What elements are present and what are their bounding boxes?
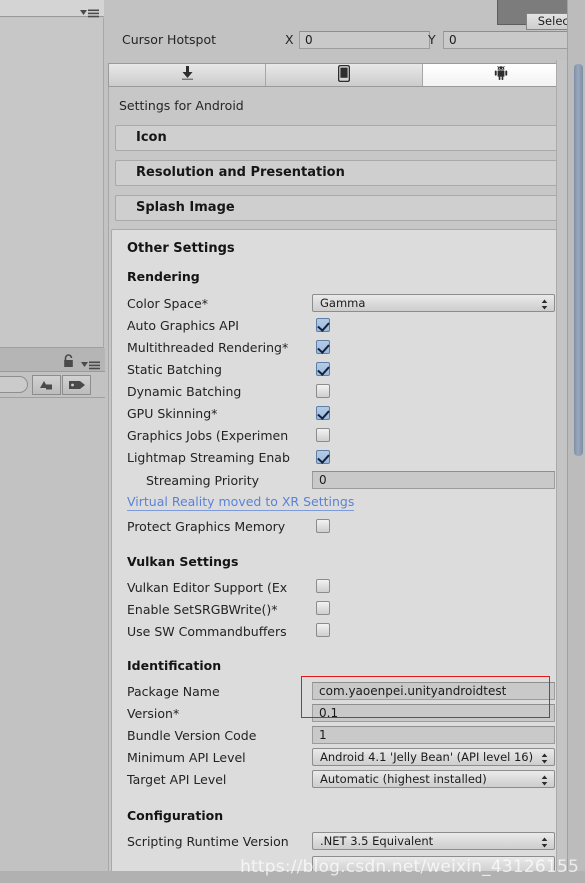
label-auto-graphics-api: Auto Graphics API [127,318,239,333]
hotspot-x-label: X [285,32,294,47]
dropdown-scripting-runtime-version[interactable]: .NET 3.5 Equivalent [312,832,555,850]
left-dock-pane [0,0,105,883]
label-minimum-api-level: Minimum API Level [127,750,246,765]
dropdown-color-space[interactable]: Gamma [312,294,555,312]
chevron-updown-icon [541,836,548,848]
checkbox-vulkan-editor-support[interactable] [316,579,330,593]
settings-for-platform-title: Settings for Android [119,98,244,113]
group-heading-configuration: Configuration [127,808,224,823]
section-resolution-and-presentation[interactable]: Resolution and Presentation [115,160,573,186]
group-heading-identification: Identification [127,658,222,673]
lock-icon[interactable] [62,353,75,367]
checkbox-dynamic-batching[interactable] [316,384,330,398]
checkbox-static-batching[interactable] [316,362,330,376]
section-splash-image[interactable]: Splash Image [115,195,573,221]
pane-menu-icon-secondary[interactable] [79,355,101,370]
label-gpu-skinning: GPU Skinning* [127,406,218,421]
checkbox-enable-setsrgbwrite[interactable] [316,601,330,615]
input-streaming-priority[interactable]: 0 [312,471,555,489]
chevron-updown-icon [541,774,548,786]
chevron-updown-icon [541,298,548,310]
label-version: Version* [127,706,180,721]
label-use-sw-commandbuffers: Use SW Commandbuffers [127,624,287,639]
left-pane-secondary-header [0,348,105,372]
checkbox-auto-graphics-api[interactable] [316,318,330,332]
label-package-name: Package Name [127,684,220,699]
label-multithreaded-rendering: Multithreaded Rendering* [127,340,289,355]
left-pane-tabstrip[interactable] [0,0,104,18]
hotspot-x-input[interactable]: 0 [299,31,430,49]
left-pane-lower-body [0,399,105,883]
input-package-name[interactable]: com.yaoenpei.unityandroidtest [312,682,555,700]
label-protect-graphics-memory: Protect Graphics Memory [127,519,286,534]
label-filter-button[interactable] [62,375,91,395]
left-pane-toolbar [0,372,105,398]
dropdown-target-api-level[interactable]: Automatic (highest installed) [312,770,555,788]
hotspot-y-label: Y [428,32,436,47]
label-streaming-priority: Streaming Priority [146,473,260,488]
label-bundle-version-code: Bundle Version Code [127,728,257,743]
dropdown-minimum-api-level[interactable]: Android 4.1 'Jelly Bean' (API level 16) [312,748,555,766]
watermark-text: https://blog.csdn.net/weixin_43126155 [240,857,579,877]
label-graphics-jobs: Graphics Jobs (Experimen [127,428,289,443]
android-robot-icon [493,65,509,85]
label-color-space: Color Space* [127,296,208,311]
checkbox-lightmap-streaming[interactable] [316,450,330,464]
scene-filter-button[interactable] [32,375,61,395]
checkbox-use-sw-commandbuffers[interactable] [316,623,330,637]
label-scripting-runtime-version: Scripting Runtime Version [127,834,289,849]
platform-tab-ios[interactable] [266,64,423,86]
input-version[interactable]: 0.1 [312,704,555,722]
checkbox-graphics-jobs[interactable] [316,428,330,442]
label-static-batching: Static Batching [127,362,222,377]
platform-tab-standalone[interactable] [109,64,266,86]
window-scrollbar-thumb[interactable] [574,64,583,456]
chevron-updown-icon [541,752,548,764]
search-input[interactable] [0,376,28,393]
section-icon[interactable]: Icon [115,125,573,151]
unity-player-settings-window: Select Cursor Hotspot X 0 Y 0 Settings f… [0,0,585,883]
input-bundle-version-code[interactable]: 1 [312,726,555,744]
group-heading-vulkan-settings: Vulkan Settings [127,554,239,569]
download-arrow-icon [180,65,195,85]
group-heading-rendering: Rendering [127,269,200,284]
checkbox-gpu-skinning[interactable] [316,406,330,420]
left-pane-body [0,18,104,348]
label-target-api-level: Target API Level [127,772,227,787]
cursor-hotspot-label: Cursor Hotspot [122,32,217,47]
label-vulkan-editor-support: Vulkan Editor Support (Ex [127,580,288,595]
checkbox-multithreaded-rendering[interactable] [316,340,330,354]
other-settings-title[interactable]: Other Settings [127,241,235,256]
label-enable-setsrgbwrite: Enable SetSRGBWrite()* [127,602,278,617]
label-lightmap-streaming: Lightmap Streaming Enab [127,450,290,465]
inspector-inner-scroll-track[interactable] [556,60,567,883]
phone-icon [337,64,351,86]
hotspot-y-input[interactable]: 0 [443,31,576,49]
section-other-settings-panel: Other Settings Rendering Color Space* Ga… [111,229,569,877]
platform-tabstrip [108,63,580,87]
link-virtual-reality-xr-settings[interactable]: Virtual Reality moved to XR Settings [127,494,355,511]
inspector-pane: Select Cursor Hotspot X 0 Y 0 Settings f… [105,0,585,883]
checkbox-protect-graphics-memory[interactable] [316,519,330,533]
label-dynamic-batching: Dynamic Batching [127,384,242,399]
pane-menu-icon[interactable] [78,3,100,18]
